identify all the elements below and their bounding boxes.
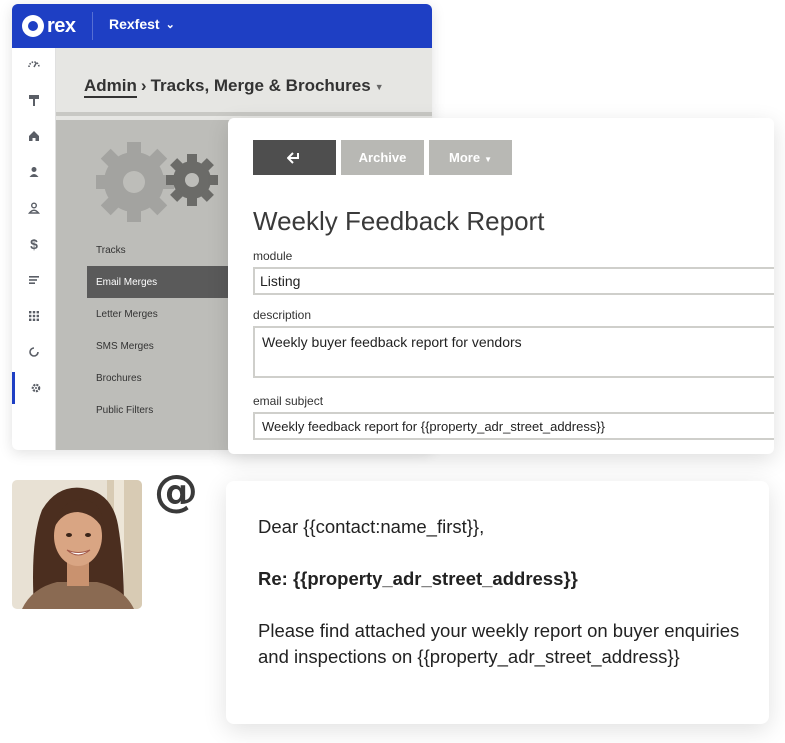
account-switcher[interactable]: Rexfest ⌄ — [109, 16, 175, 32]
email-greeting: Dear {{contact:name_first}}, — [258, 516, 485, 537]
account-name: Rexfest — [109, 16, 160, 32]
description-label: description — [253, 308, 312, 322]
email-body: Please find attached your weekly report … — [258, 620, 740, 667]
menu-item-letter-merges[interactable]: Letter Merges — [87, 298, 247, 330]
breadcrumb-separator: › — [140, 76, 147, 95]
chevron-down-icon: ⌄ — [165, 19, 175, 31]
breadcrumb-current[interactable]: Tracks, Merge & Brochures — [151, 76, 371, 95]
email-subject-field[interactable]: Weekly feedback report for {{property_ad… — [253, 412, 774, 440]
module-field[interactable]: Listing — [253, 267, 774, 295]
gear-icon[interactable] — [12, 372, 56, 404]
email-preview-card: Dear {{contact:name_first}}, Re: {{prope… — [226, 481, 769, 724]
top-bar: rex Rexfest ⌄ — [12, 4, 432, 48]
email-re-line: Re: {{property_adr_street_address}} — [258, 568, 578, 589]
top-bar-divider — [92, 12, 93, 40]
home-icon[interactable] — [12, 120, 56, 152]
caret-down-icon[interactable]: ▼ — [375, 82, 384, 92]
page-header: Admin › Tracks, Merge & Brochures ▼ — [56, 48, 432, 116]
dollar-icon[interactable]: $ — [12, 228, 56, 260]
archive-button[interactable]: Archive — [341, 140, 424, 175]
gears-icon — [96, 142, 218, 222]
menu-item-tracks[interactable]: Tracks — [87, 234, 247, 266]
rex-logo[interactable]: rex — [22, 14, 76, 38]
module-label: module — [253, 249, 293, 263]
merge-edit-card: Archive More ▼ Weekly Feedback Report mod… — [228, 118, 774, 454]
at-symbol-icon: @ — [154, 466, 198, 517]
caret-down-icon: ▼ — [484, 155, 492, 164]
description-field[interactable]: Weekly buyer feedback report for vendors — [253, 326, 774, 378]
email-subject-label: email subject — [253, 394, 324, 408]
avatar — [12, 480, 142, 609]
merge-menu: Tracks Email Merges Letter Merges SMS Me… — [87, 234, 247, 426]
signpost-icon[interactable] — [12, 84, 56, 116]
rex-logo-icon — [22, 15, 44, 37]
person-badge-icon[interactable] — [12, 192, 56, 224]
logo-text: rex — [47, 14, 76, 37]
menu-item-email-merges[interactable]: Email Merges — [87, 266, 247, 298]
form-title: Weekly Feedback Report — [253, 206, 545, 236]
back-arrow-icon — [286, 151, 299, 164]
menu-item-sms-merges[interactable]: SMS Merges — [87, 330, 247, 362]
more-button[interactable]: More ▼ — [429, 140, 512, 175]
refresh-icon[interactable] — [12, 336, 56, 368]
breadcrumb-admin-link[interactable]: Admin — [84, 76, 137, 98]
menu-item-public-filters[interactable]: Public Filters — [87, 394, 247, 426]
contact-icon[interactable] — [12, 156, 56, 188]
grid-icon[interactable] — [12, 300, 56, 332]
breadcrumb: Admin › Tracks, Merge & Brochures ▼ — [84, 76, 384, 98]
lines-icon[interactable] — [12, 264, 56, 296]
dashboard-icon[interactable] — [12, 48, 56, 80]
sidebar: $ — [12, 48, 56, 450]
more-label: More — [449, 150, 481, 165]
menu-item-brochures[interactable]: Brochures — [87, 362, 247, 394]
back-button[interactable] — [253, 140, 336, 175]
